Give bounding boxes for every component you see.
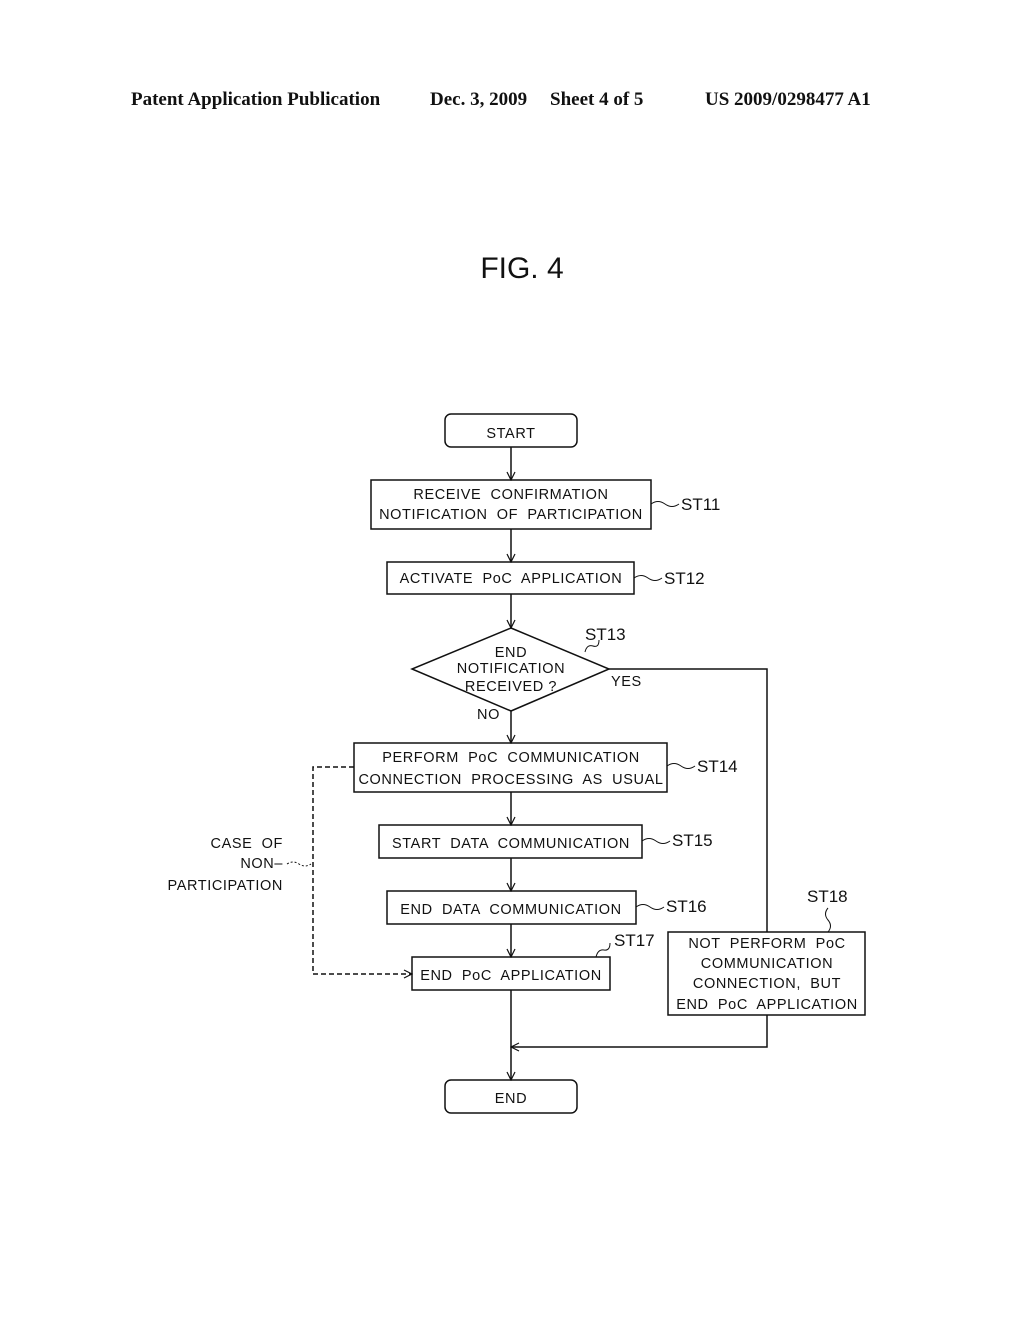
st14-label: ST14 [697, 757, 738, 776]
st17-leader [595, 942, 611, 958]
non-participation-leader [286, 861, 312, 867]
st17-text: END PoC APPLICATION [420, 968, 602, 984]
st17-label: ST17 [614, 931, 655, 950]
st16-label: ST16 [666, 897, 707, 916]
st12-label: ST12 [664, 569, 705, 588]
non-participation-line-3: PARTICIPATION [168, 878, 284, 894]
st16-leader [635, 904, 665, 910]
yes-label: YES [611, 674, 642, 690]
st18-text-line-1: NOT PERFORM PoC [688, 936, 845, 952]
flowchart: START END RECEIVE CONFIRMATION NOTIFICAT… [168, 413, 866, 1114]
non-participation-dashed-arrow [312, 766, 412, 974]
st14-text-line-1: PERFORM PoC COMMUNICATION [382, 750, 640, 766]
st13-text-line-1: END [495, 645, 527, 661]
start-label: START [486, 426, 535, 442]
st12-text: ACTIVATE PoC APPLICATION [400, 571, 623, 587]
non-participation-line-2: NON– [240, 856, 283, 872]
no-label: NO [477, 707, 500, 723]
st14-leader [666, 763, 696, 769]
st13-text-line-2: NOTIFICATION [457, 661, 565, 677]
st18-text-line-2: COMMUNICATION [701, 956, 833, 972]
st14-text-line-2: CONNECTION PROCESSING AS USUAL [358, 772, 663, 788]
st12-leader [633, 575, 663, 581]
st18-text-line-3: CONNECTION, BUT [693, 976, 841, 992]
st15-text: START DATA COMMUNICATION [392, 836, 630, 852]
st18-text-line-4: END PoC APPLICATION [676, 997, 858, 1013]
st11-leader [650, 501, 680, 507]
st18-label: ST18 [807, 887, 848, 906]
st13-label: ST13 [585, 625, 626, 644]
st15-label: ST15 [672, 831, 713, 850]
st11-text-line-1: RECEIVE CONFIRMATION [413, 487, 608, 503]
st15-leader [641, 838, 671, 844]
yes-branch-line [609, 668, 768, 932]
non-participation-line-1: CASE OF [211, 836, 283, 852]
st18-leader [825, 907, 831, 933]
st13-text-line-3: RECEIVED ? [465, 679, 557, 695]
st11-text-line-2: NOTIFICATION OF PARTICIPATION [379, 507, 643, 523]
end-label: END [495, 1091, 527, 1107]
st11-label: ST11 [681, 495, 720, 514]
st16-text: END DATA COMMUNICATION [400, 902, 621, 918]
arrow-st18-merge [511, 1015, 768, 1047]
